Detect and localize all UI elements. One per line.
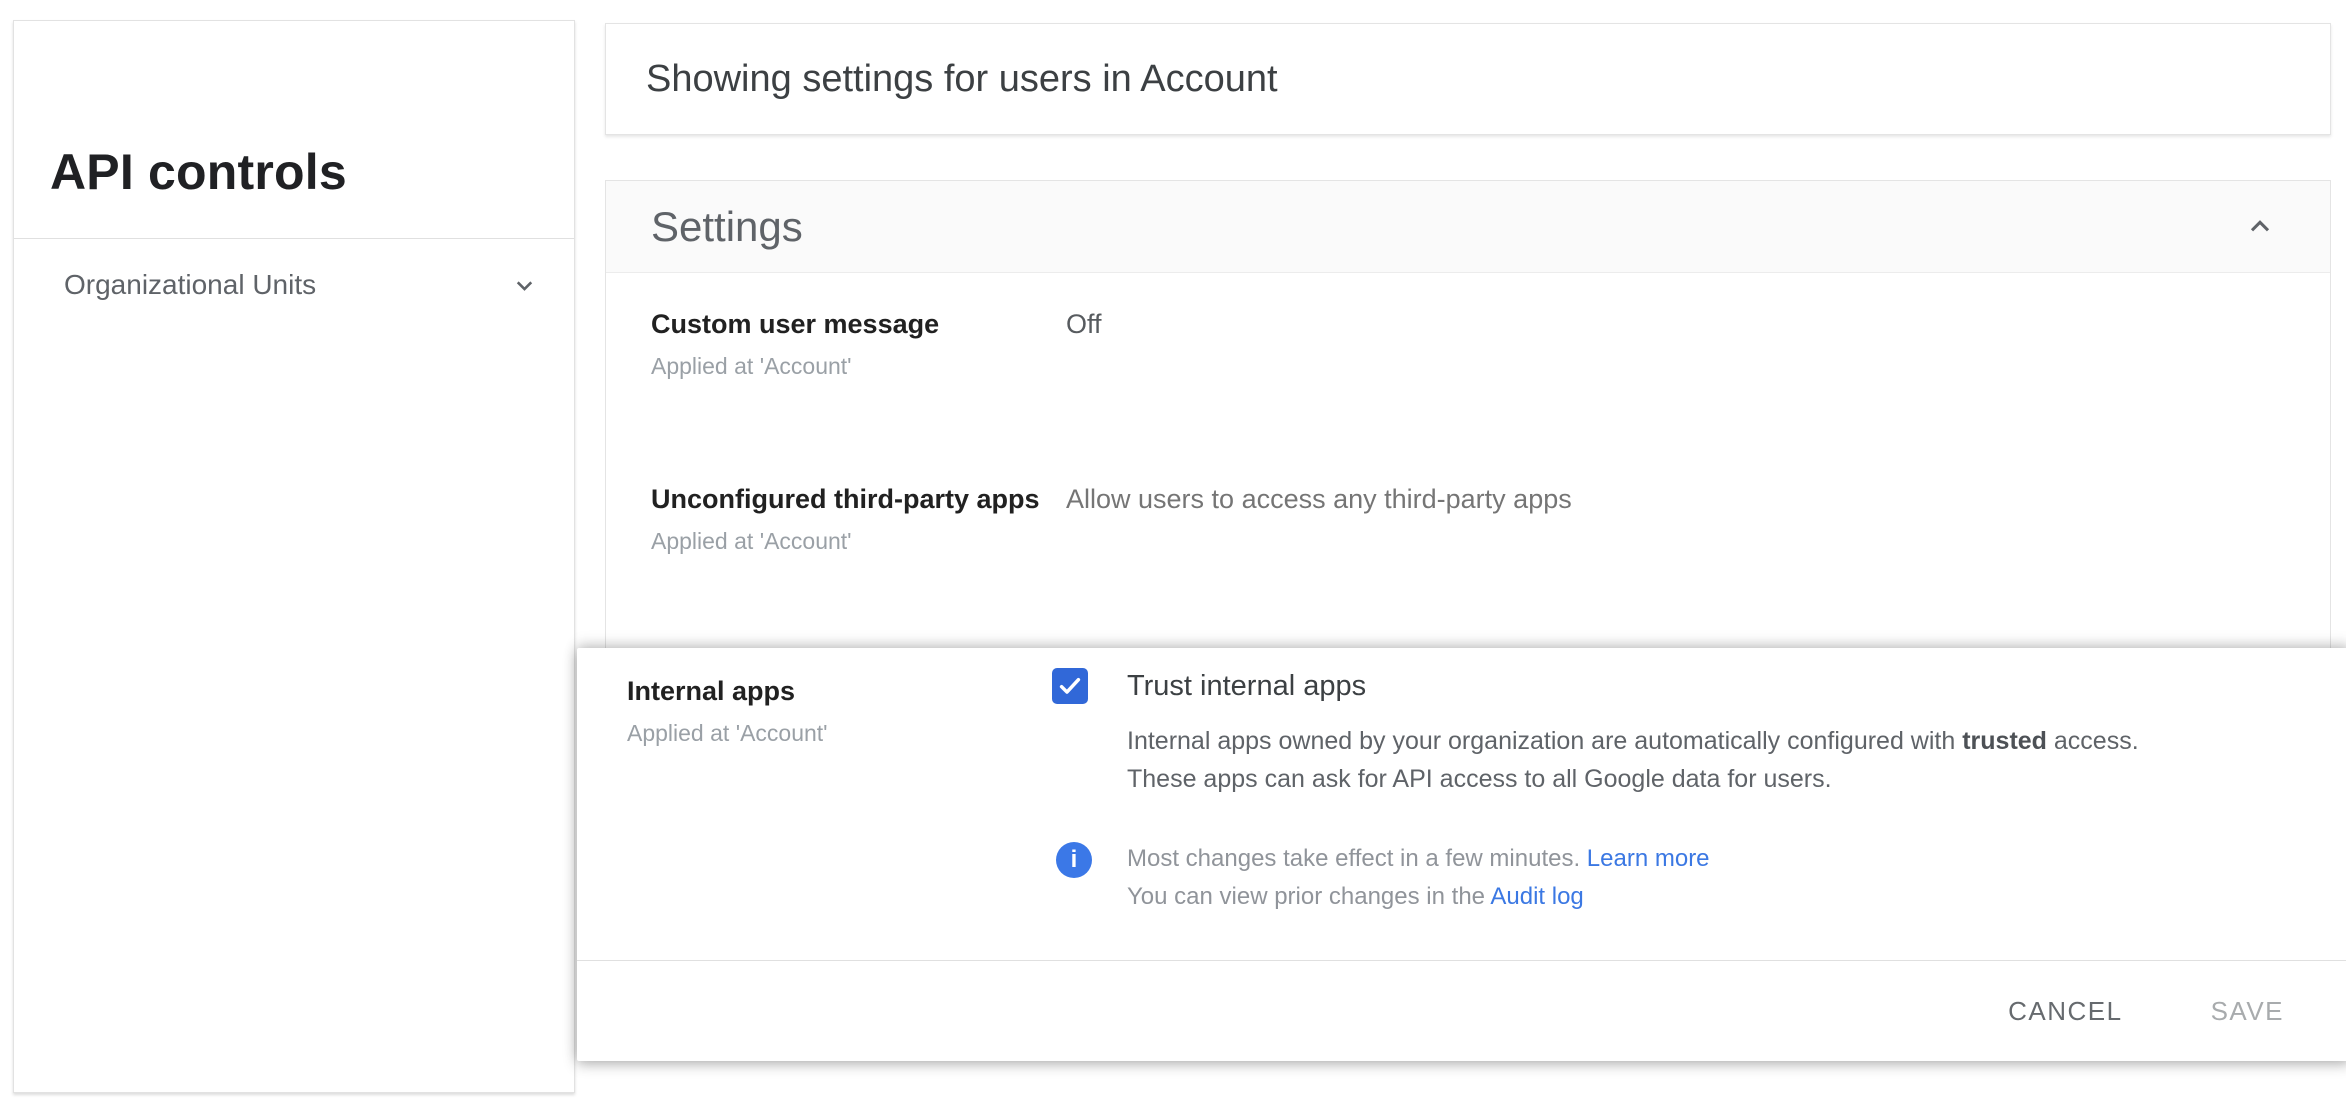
setting-row-custom-user-message[interactable]: Custom user message Applied at 'Account'…	[651, 309, 2330, 380]
setting-label-column: Internal apps Applied at 'Account'	[627, 676, 828, 747]
trust-internal-apps-checkbox[interactable]	[1052, 668, 1088, 704]
scope-banner-text: Showing settings for users in Account	[646, 57, 1278, 100]
sidebar: API controls Organizational Units	[13, 20, 575, 1093]
settings-section-header[interactable]: Settings	[606, 181, 2330, 273]
trust-internal-apps-title[interactable]: Trust internal apps	[1127, 670, 1366, 703]
setting-applied-at: Applied at 'Account'	[651, 353, 852, 379]
chevron-up-icon[interactable]	[2244, 211, 2276, 243]
info-note: Most changes take effect in a few minute…	[1127, 840, 1710, 916]
save-button[interactable]: SAVE	[2193, 982, 2302, 1041]
setting-label: Custom user message	[651, 309, 940, 339]
description-bold-text: trusted	[1962, 727, 2047, 755]
learn-more-link[interactable]: Learn more	[1587, 845, 1710, 872]
setting-label: Unconfigured third-party apps	[651, 484, 1040, 514]
setting-row-unconfigured-third-party-apps[interactable]: Unconfigured third-party apps Applied at…	[651, 484, 2330, 555]
settings-card: Settings Custom user message Applied at …	[605, 180, 2331, 648]
setting-label-column: Custom user message Applied at 'Account'	[651, 309, 1066, 380]
chevron-down-icon	[511, 272, 538, 299]
info-line-1: Most changes take effect in a few minute…	[1127, 840, 1710, 878]
trust-internal-apps-description: Internal apps owned by your organization…	[1127, 722, 2212, 798]
audit-log-link[interactable]: Audit log	[1490, 883, 1583, 910]
sidebar-item-organizational-units[interactable]: Organizational Units	[14, 239, 574, 331]
check-icon	[1056, 672, 1084, 700]
internal-apps-edit-panel: Internal apps Applied at 'Account' Trust…	[577, 648, 2346, 1061]
internal-apps-label: Internal apps	[627, 676, 796, 706]
scope-banner: Showing settings for users in Account	[605, 23, 2331, 135]
setting-value: Allow users to access any third-party ap…	[1066, 484, 1572, 514]
settings-section-title: Settings	[651, 202, 803, 250]
info-line-1-text: Most changes take effect in a few minute…	[1127, 845, 1587, 872]
info-icon: i	[1056, 842, 1092, 878]
info-line-2: You can view prior changes in the Audit …	[1127, 878, 1710, 916]
info-line-2-text: You can view prior changes in the	[1127, 883, 1491, 910]
page-title: API controls	[50, 144, 347, 200]
description-text: Internal apps owned by your organization…	[1127, 727, 1963, 755]
api-controls-page: API controls Organizational Units Showin…	[0, 0, 2346, 1110]
setting-applied-at: Applied at 'Account'	[627, 720, 828, 746]
dialog-footer: CANCEL SAVE	[577, 960, 2346, 1061]
setting-label-column: Unconfigured third-party apps Applied at…	[651, 484, 1066, 555]
cancel-button[interactable]: CANCEL	[1990, 982, 2140, 1041]
settings-body: Custom user message Applied at 'Account'…	[606, 273, 2330, 555]
setting-applied-at: Applied at 'Account'	[651, 528, 852, 554]
organizational-units-label: Organizational Units	[64, 269, 317, 300]
setting-value: Off	[1066, 309, 1102, 339]
